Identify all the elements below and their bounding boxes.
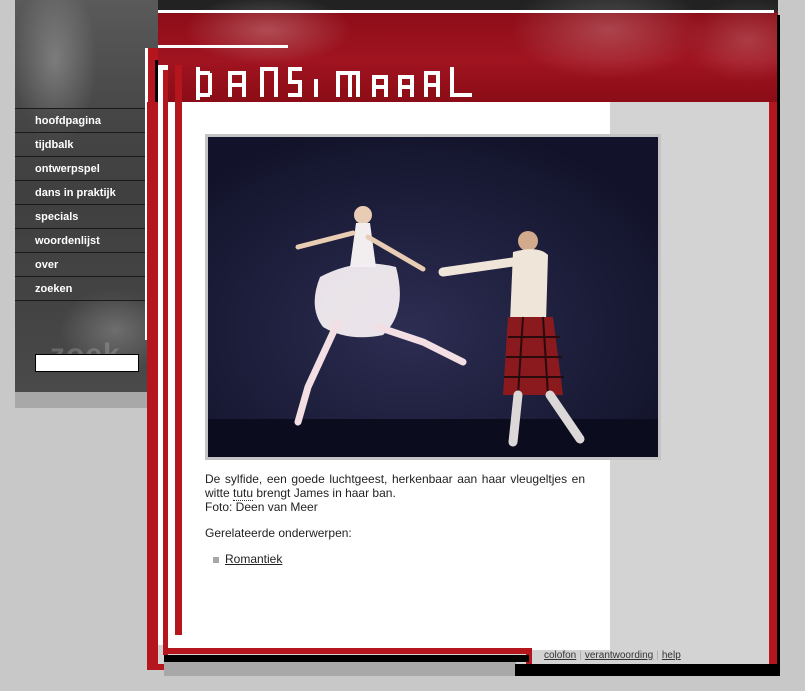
frame-border	[769, 102, 775, 670]
footer-link-verantwoording[interactable]: verantwoording	[585, 650, 653, 661]
list-bullet-icon	[213, 557, 219, 563]
nav-item-over[interactable]: over	[15, 253, 145, 277]
glossary-term-tutu[interactable]: tutu	[233, 486, 254, 501]
frame-shadow	[164, 662, 516, 676]
nav-item-tijdbalk[interactable]: tijdbalk	[15, 133, 145, 157]
nav-item-specials[interactable]: specials	[15, 205, 145, 229]
photo-caption: De sylfide, een goede luchtgeest, herken…	[205, 472, 585, 514]
caption-text: brengt James in haar ban.	[253, 486, 396, 500]
ballet-photo	[208, 137, 658, 457]
nav-item-woordenlijst[interactable]: woordenlijst	[15, 229, 145, 253]
frame-border	[168, 648, 528, 654]
frame-border	[777, 15, 780, 675]
search-input[interactable]	[35, 354, 139, 372]
photo-frame	[205, 134, 661, 460]
nav-item-label[interactable]: specials	[35, 211, 78, 223]
sidebar-shadow	[15, 392, 158, 408]
nav-item-hoofdpagina[interactable]: hoofdpagina	[15, 109, 145, 133]
nav-item-label[interactable]: zoeken	[35, 283, 72, 295]
footer-link-colofon[interactable]: colofon	[544, 650, 576, 661]
related-link-romantiek[interactable]: Romantiek	[225, 552, 282, 566]
related-topics-heading: Gerelateerde onderwerpen:	[205, 526, 352, 540]
nav-item-label[interactable]: woordenlijst	[35, 235, 100, 247]
frame-border	[515, 664, 780, 676]
footer-separator: |	[656, 650, 659, 661]
site-logo[interactable]	[182, 65, 477, 102]
logo-graphic	[196, 67, 472, 100]
nav-item-label[interactable]: over	[35, 259, 58, 271]
footer-link-help[interactable]: help	[662, 650, 681, 661]
footer-links: colofon | verantwoording | help	[544, 650, 681, 661]
nav-item-label[interactable]: ontwerpspel	[35, 163, 100, 175]
photo-credit: Foto: Deen van Meer	[205, 500, 318, 514]
nav-item-label[interactable]: tijdbalk	[35, 139, 74, 151]
footer-separator: |	[579, 650, 582, 661]
nav-item-dans-in-praktijk[interactable]: dans in praktijk	[15, 181, 145, 205]
nav-item-ontwerpspel[interactable]: ontwerpspel	[15, 157, 145, 181]
nav-item-label[interactable]: hoofdpagina	[35, 115, 101, 127]
nav-item-label[interactable]: dans in praktijk	[35, 187, 116, 199]
nav-item-zoeken[interactable]: zoeken	[15, 277, 145, 301]
content-accent-bar	[175, 65, 182, 635]
frame-border	[164, 655, 529, 662]
